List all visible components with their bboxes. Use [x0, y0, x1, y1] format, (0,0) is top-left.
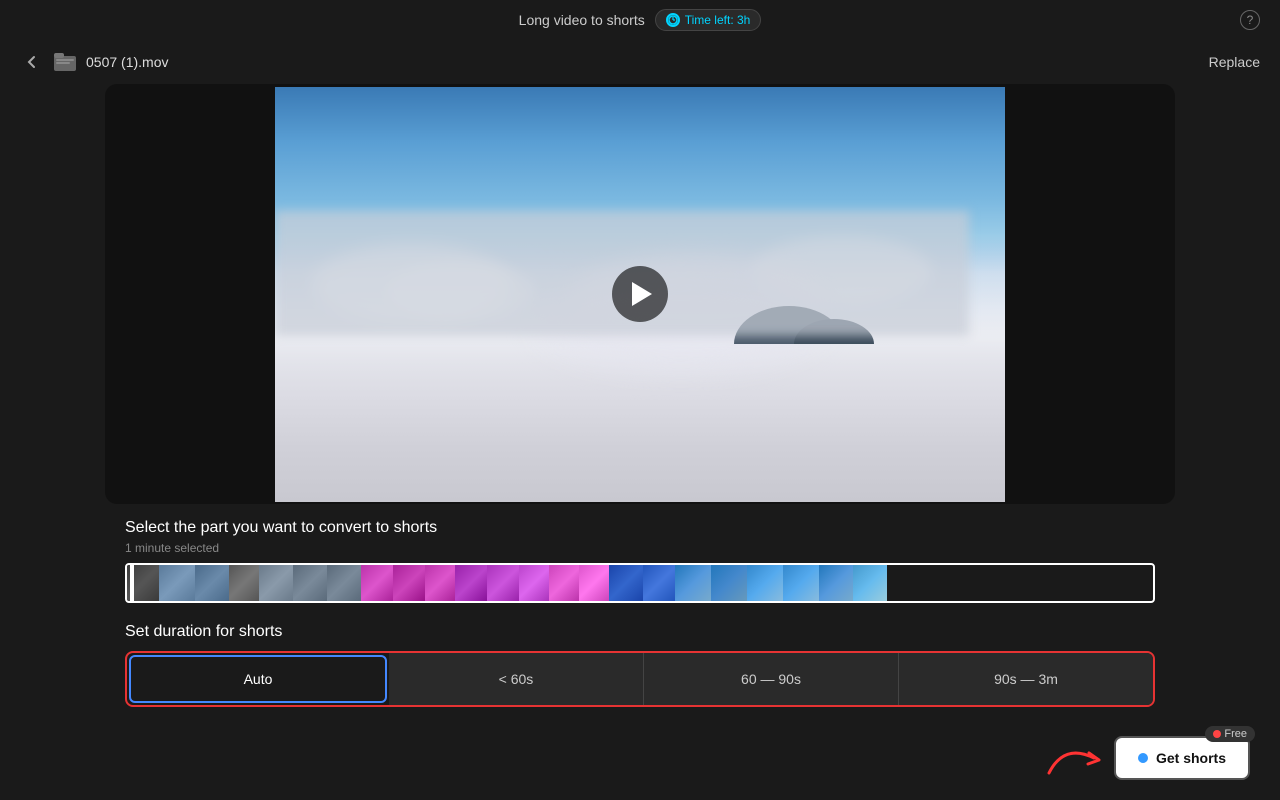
thumb-21 — [783, 565, 819, 601]
back-button[interactable] — [20, 50, 44, 74]
file-name: 0507 (1).mov — [86, 54, 168, 70]
file-icon — [54, 53, 76, 71]
get-shorts-wrapper: Free Get shorts — [1114, 736, 1250, 780]
thumb-13 — [519, 565, 549, 601]
timeline[interactable] — [125, 563, 1155, 603]
thumb-23 — [853, 565, 887, 601]
thumb-18 — [675, 565, 711, 601]
get-shorts-label: Get shorts — [1156, 750, 1226, 766]
duration-90s-3m[interactable]: 90s — 3m — [899, 653, 1153, 705]
thumb-14 — [549, 565, 579, 601]
bottom-section: Select the part you want to convert to s… — [0, 504, 1280, 707]
thumb-2 — [159, 565, 195, 601]
get-shorts-area: Free Get shorts — [1044, 736, 1250, 780]
duration-section: Set duration for shorts Auto < 60s 60 — … — [125, 623, 1155, 707]
help-button[interactable]: ? — [1240, 10, 1260, 30]
page: Long video to shorts Time left: 3h ? — [0, 0, 1280, 800]
thumb-12 — [487, 565, 519, 601]
select-section: Select the part you want to convert to s… — [125, 519, 1155, 603]
play-icon — [632, 282, 652, 306]
thumb-7 — [327, 565, 361, 601]
thumb-15 — [579, 565, 609, 601]
duration-options: Auto < 60s 60 — 90s 90s — 3m — [125, 651, 1155, 707]
thumb-3 — [195, 565, 229, 601]
clock-icon — [666, 13, 680, 27]
thumb-5 — [259, 565, 293, 601]
thumb-4 — [229, 565, 259, 601]
timeline-handle[interactable] — [130, 563, 134, 603]
duration-auto[interactable]: Auto — [129, 655, 387, 703]
duration-60-90s[interactable]: 60 — 90s — [644, 653, 899, 705]
time-badge: Time left: 3h — [655, 9, 762, 31]
thumb-16 — [609, 565, 643, 601]
thumb-17 — [643, 565, 675, 601]
file-left: 0507 (1).mov — [20, 50, 168, 74]
thumb-20 — [747, 565, 783, 601]
video-player — [275, 87, 1005, 502]
thumb-8 — [361, 565, 393, 601]
duration-60s[interactable]: < 60s — [389, 653, 644, 705]
select-subtitle: 1 minute selected — [125, 541, 1155, 555]
thumb-11 — [455, 565, 487, 601]
thumb-9 — [393, 565, 425, 601]
top-bar-title: Long video to shorts Time left: 3h — [519, 9, 762, 31]
select-title: Select the part you want to convert to s… — [125, 519, 1155, 537]
file-bar: 0507 (1).mov Replace — [0, 40, 1280, 84]
play-button[interactable] — [612, 266, 668, 322]
free-badge: Free — [1205, 726, 1255, 742]
duration-title: Set duration for shorts — [125, 623, 1155, 641]
thumb-22 — [819, 565, 853, 601]
video-container — [105, 84, 1175, 504]
top-bar: Long video to shorts Time left: 3h ? — [0, 0, 1280, 40]
free-label: Free — [1224, 728, 1247, 740]
arrow-hint — [1044, 738, 1104, 778]
get-shorts-button[interactable]: Get shorts — [1114, 736, 1250, 780]
app-title: Long video to shorts — [519, 12, 645, 28]
replace-button[interactable]: Replace — [1209, 54, 1260, 70]
time-left-label: Time left: 3h — [685, 13, 751, 27]
free-dot — [1213, 730, 1221, 738]
blue-dot-icon — [1138, 753, 1148, 763]
thumb-10 — [425, 565, 455, 601]
thumb-6 — [293, 565, 327, 601]
thumb-19 — [711, 565, 747, 601]
